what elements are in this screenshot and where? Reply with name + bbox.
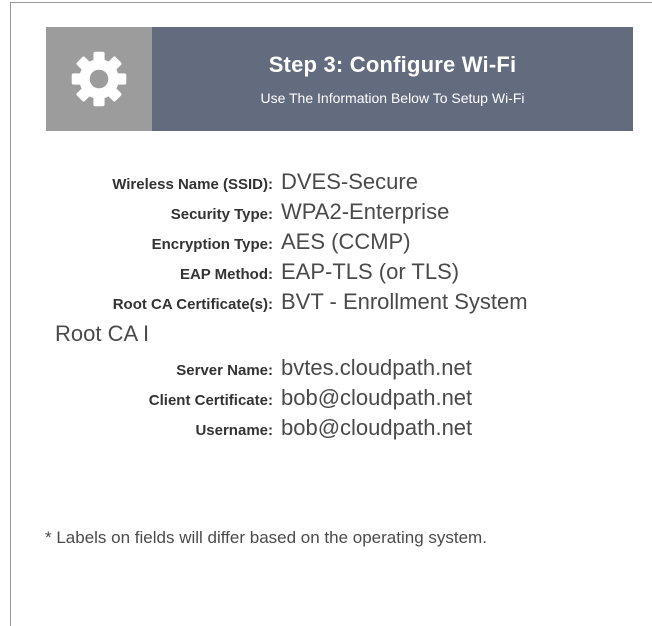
field-row-client-certificate: Client Certificate: bob@cloudpath.net [11,385,652,415]
eap-method-value: EAP-TLS (or TLS) [281,259,460,284]
field-row-security-type: Security Type: WPA2-Enterprise [11,199,652,229]
ssid-label: Wireless Name (SSID): [112,176,273,193]
eap-method-label: EAP Method: [179,266,273,283]
root-ca-value: BVT - Enrollment System [281,289,528,314]
wifi-setup-card: Step 3: Configure Wi-Fi Use The Informat… [10,2,652,626]
client-certificate-value: bob@cloudpath.net [281,385,473,410]
server-name-label: Server Name: [176,362,273,379]
security-type-label: Security Type: [170,206,273,223]
banner-text: Step 3: Configure Wi-Fi Use The Informat… [152,27,633,131]
field-row-username: Username: bob@cloudpath.net [11,415,652,445]
username-value: bob@cloudpath.net [281,415,473,440]
root-ca-value-continued: Root CA I [55,321,150,346]
server-name-value: bvtes.cloudpath.net [281,355,472,380]
ssid-value: DVES-Secure [281,169,418,194]
step-title: Step 3: Configure Wi-Fi [268,52,517,77]
client-certificate-label: Client Certificate: [148,392,273,409]
step-subtitle: Use The Information Below To Setup Wi-Fi [260,90,525,106]
gear-icon [71,51,127,107]
security-type-value: WPA2-Enterprise [281,199,450,224]
encryption-type-label: Encryption Type: [151,236,273,253]
step-banner: Step 3: Configure Wi-Fi Use The Informat… [46,27,633,131]
field-row-root-ca: Root CA Certificate(s): BVT - Enrollment… [11,289,652,319]
root-ca-label: Root CA Certificate(s): [112,296,273,313]
field-row-ssid: Wireless Name (SSID): DVES-Secure [11,169,652,199]
os-labels-footnote: * Labels on fields will differ based on … [45,528,487,547]
field-row-server-name: Server Name: bvtes.cloudpath.net [11,355,652,385]
field-row-encryption-type: Encryption Type: AES (CCMP) [11,229,652,259]
encryption-type-value: AES (CCMP) [281,229,411,254]
username-label: Username: [195,422,273,439]
gear-icon-box [46,27,152,131]
field-row-eap-method: EAP Method: EAP-TLS (or TLS) [11,259,652,289]
wifi-config-fields: Wireless Name (SSID): DVES-Secure Securi… [11,169,652,445]
